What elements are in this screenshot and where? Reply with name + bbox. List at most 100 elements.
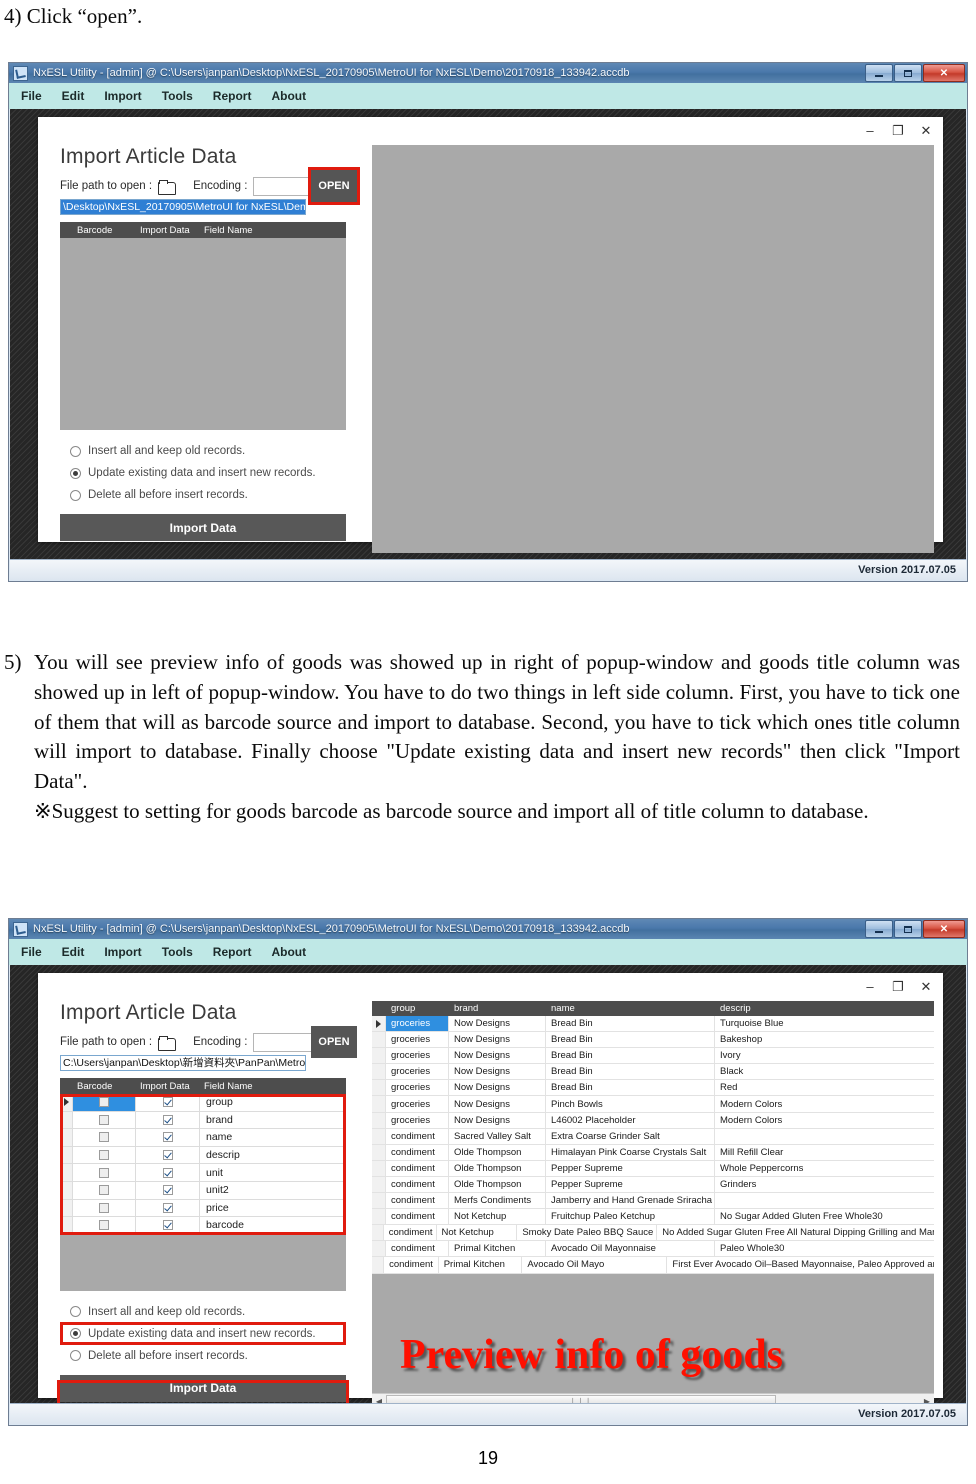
import-checkbox[interactable] <box>162 1132 173 1143</box>
radio-icon[interactable] <box>70 489 81 501</box>
popup-minimize-button[interactable]: – <box>863 124 877 137</box>
popup-maximize-button[interactable]: ❐ <box>891 124 905 137</box>
preview-row[interactable]: condiment Not Ketchup Fruitchup Paleo Ketc… <box>372 1209 934 1226</box>
menu-import[interactable]: Import <box>104 945 141 959</box>
preview-row[interactable]: condiment Olde Thompson Pepper Supreme Grin… <box>372 1176 934 1194</box>
preview-row[interactable]: groceries Now Designs Bread Bin Red <box>372 1080 934 1097</box>
preview-row[interactable]: groceries Now Designs Bread Bin Black <box>372 1064 934 1081</box>
radio-icon[interactable] <box>70 1306 81 1318</box>
barcode-checkbox[interactable] <box>99 1167 109 1178</box>
menu-file[interactable]: File <box>21 89 42 103</box>
field-row[interactable]: group <box>60 1094 346 1112</box>
preview-row[interactable]: condiment Merfs Condiments Jamberry and Ha… <box>372 1193 934 1210</box>
barcode-cell[interactable] <box>73 1146 136 1164</box>
popup-close-button[interactable]: ✕ <box>919 124 933 137</box>
menu-about[interactable]: About <box>271 89 306 103</box>
menu-report[interactable]: Report <box>213 89 252 103</box>
preview-row[interactable]: condiment Not Ketchup Smoky Date Paleo BBQ… <box>372 1225 934 1242</box>
popup-close-button[interactable]: ✕ <box>919 980 933 993</box>
preview-row[interactable]: groceries Now Designs L46002 Placeholder Mo… <box>372 1112 934 1129</box>
barcode-cell[interactable] <box>73 1199 136 1217</box>
radio-update-existing-1[interactable]: Update existing data and insert new reco… <box>60 462 350 484</box>
menu-tools[interactable]: Tools <box>162 89 193 103</box>
import-checkbox[interactable] <box>162 1202 173 1213</box>
folder-open-icon[interactable] <box>158 179 177 195</box>
close-button[interactable]: ✕ <box>923 920 965 938</box>
import-data-button-1[interactable]: Import Data <box>60 514 346 541</box>
folder-open-icon[interactable] <box>158 1035 177 1051</box>
radio-icon[interactable] <box>70 445 81 457</box>
import-cell[interactable] <box>136 1181 200 1199</box>
preview-row[interactable]: groceries Now Designs Pinch Bowls Modern Co… <box>372 1096 934 1113</box>
radio-insert-all-2[interactable]: Insert all and keep old records. <box>60 1301 350 1323</box>
file-path-input[interactable]: C:\Users\janpan\Desktop\新增資料夾\PanPan\Met… <box>60 1055 306 1071</box>
import-checkbox[interactable] <box>162 1185 173 1196</box>
popup-maximize-button[interactable]: ❐ <box>891 980 905 993</box>
menu-edit[interactable]: Edit <box>62 89 85 103</box>
import-cell[interactable] <box>136 1199 200 1217</box>
barcode-cell[interactable] <box>73 1164 136 1181</box>
barcode-checkbox[interactable] <box>99 1150 109 1161</box>
field-row[interactable]: barcode <box>60 1217 346 1235</box>
maximize-button[interactable] <box>894 64 922 82</box>
preview-row[interactable]: condiment Sacred Valley Salt Extra Coarse … <box>372 1128 934 1145</box>
import-checkbox[interactable] <box>162 1220 173 1231</box>
barcode-cell[interactable] <box>73 1181 136 1199</box>
radio-delete-all-2[interactable]: Delete all before insert records. <box>60 1345 350 1367</box>
preview-row[interactable]: groceries Now Designs Bread Bin Bakeshop <box>372 1032 934 1049</box>
barcode-checkbox[interactable] <box>99 1220 109 1231</box>
popup-minimize-button[interactable]: – <box>863 980 877 993</box>
barcode-cell[interactable] <box>73 1129 136 1146</box>
maximize-button[interactable] <box>894 920 922 938</box>
menu-import[interactable]: Import <box>104 89 141 103</box>
menu-report[interactable]: Report <box>213 945 252 959</box>
barcode-cell[interactable] <box>73 1217 136 1234</box>
open-button[interactable]: OPEN <box>308 167 360 205</box>
preview-row[interactable]: condiment Olde Thompson Himalayan Pink Coa… <box>372 1144 934 1161</box>
radio-update-existing-2[interactable]: Update existing data and insert new reco… <box>60 1323 350 1345</box>
barcode-cell[interactable] <box>73 1111 136 1129</box>
import-cell[interactable] <box>136 1164 200 1181</box>
import-cell[interactable] <box>136 1146 200 1164</box>
field-row[interactable]: unit2 <box>60 1181 346 1200</box>
import-checkbox[interactable] <box>162 1114 173 1125</box>
field-row[interactable]: brand <box>60 1111 346 1130</box>
minimize-button[interactable] <box>865 920 893 938</box>
barcode-checkbox[interactable] <box>99 1097 109 1108</box>
barcode-checkbox[interactable] <box>99 1185 109 1196</box>
menu-tools[interactable]: Tools <box>162 945 193 959</box>
import-checkbox[interactable] <box>162 1097 173 1108</box>
import-checkbox[interactable] <box>162 1167 173 1178</box>
radio-icon-selected[interactable] <box>70 467 81 479</box>
preview-row[interactable]: condiment Primal Kitchen Avocado Oil Mayo F… <box>372 1257 934 1274</box>
preview-row[interactable]: groceries Now Designs Bread Bin Turquoise B… <box>372 1016 934 1033</box>
preview-row[interactable]: condiment Olde Thompson Pepper Supreme Whol… <box>372 1160 934 1177</box>
import-checkbox[interactable] <box>162 1150 173 1161</box>
import-cell[interactable] <box>136 1217 200 1234</box>
barcode-checkbox[interactable] <box>99 1114 109 1125</box>
minimize-button[interactable] <box>865 64 893 82</box>
field-row[interactable]: name <box>60 1129 346 1147</box>
field-row[interactable]: descrip <box>60 1146 346 1165</box>
barcode-checkbox[interactable] <box>99 1202 109 1213</box>
import-cell[interactable] <box>136 1129 200 1146</box>
import-data-button-2[interactable]: Import Data <box>60 1374 346 1402</box>
radio-icon[interactable] <box>70 1350 81 1362</box>
radio-insert-all-1[interactable]: Insert all and keep old records. <box>60 440 350 462</box>
radio-delete-all-1[interactable]: Delete all before insert records. <box>60 484 350 506</box>
menu-edit[interactable]: Edit <box>62 945 85 959</box>
menu-file[interactable]: File <box>21 945 42 959</box>
preview-row[interactable]: condiment Primal Kitchen Avocado Oil Mayon… <box>372 1241 934 1258</box>
field-row[interactable]: price <box>60 1199 346 1218</box>
preview-row[interactable]: groceries Now Designs Bread Bin Ivory <box>372 1048 934 1065</box>
barcode-cell[interactable] <box>73 1094 136 1111</box>
file-path-input[interactable]: \Desktop\NxESL_20170905\MetroUI for NxES… <box>60 199 306 215</box>
radio-icon-selected[interactable] <box>70 1328 81 1340</box>
close-button[interactable]: ✕ <box>923 64 965 82</box>
menu-about[interactable]: About <box>271 945 306 959</box>
open-button[interactable]: OPEN <box>311 1026 357 1058</box>
import-cell[interactable] <box>136 1094 200 1111</box>
import-cell[interactable] <box>136 1111 200 1129</box>
field-row[interactable]: unit <box>60 1164 346 1182</box>
barcode-checkbox[interactable] <box>99 1132 109 1143</box>
